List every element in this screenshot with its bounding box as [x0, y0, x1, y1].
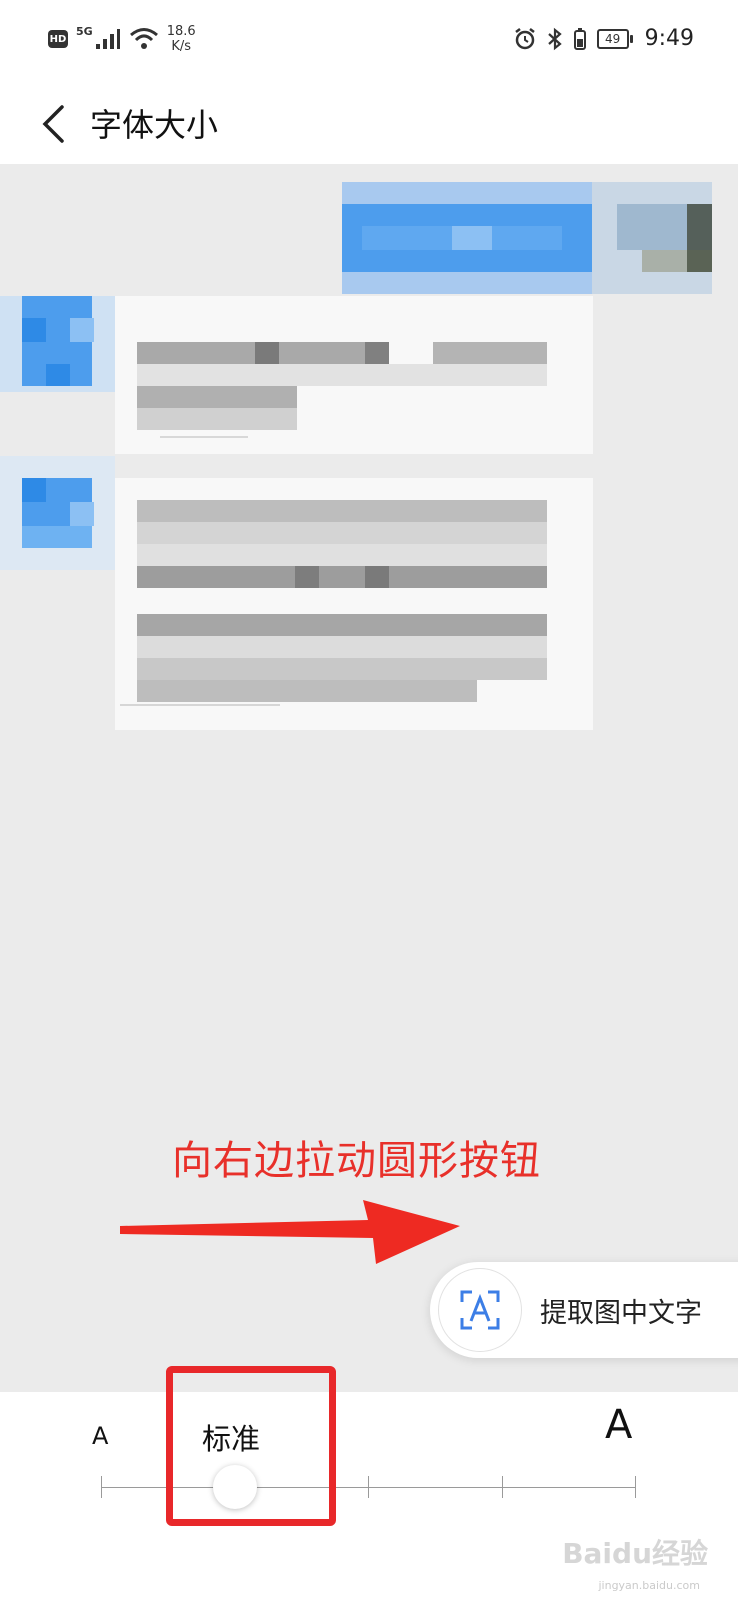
avatar-blurred	[0, 296, 115, 392]
large-font-label: A	[605, 1402, 633, 1448]
outgoing-bubble-blurred	[342, 182, 712, 294]
app-header: 字体大小	[0, 84, 738, 164]
status-right: 49 9:49	[513, 26, 694, 51]
slider-tick	[635, 1476, 636, 1498]
text-recognition-icon	[460, 1290, 500, 1330]
slider-tick	[368, 1476, 369, 1498]
slider-tick	[502, 1476, 503, 1498]
slider-tick	[101, 1476, 102, 1498]
status-time: 9:49	[644, 26, 694, 51]
battery-indicator: 49	[596, 28, 633, 49]
wifi-icon	[129, 28, 158, 49]
incoming-bubble-blurred	[115, 296, 593, 454]
page-title: 字体大小	[90, 106, 219, 144]
instruction-annotation: 向右边拉动圆形按钮	[172, 1138, 541, 1184]
network-speed-value: 18.6	[166, 24, 196, 39]
status-bar: HD 5G 18.6 K/s 49 9:49	[0, 0, 738, 84]
signal-icon	[95, 29, 120, 49]
incoming-bubble-2-pixels	[120, 500, 547, 706]
hd-badge: HD	[48, 30, 68, 48]
network-speed-unit: K/s	[171, 39, 191, 54]
highlight-box	[166, 1366, 336, 1526]
avatar-blurred	[0, 456, 115, 570]
network-speed: 18.6 K/s	[167, 24, 196, 54]
outgoing-bubble-pixels	[342, 182, 712, 294]
extract-icon-wrap	[438, 1268, 522, 1352]
network-type: 5G	[76, 24, 93, 38]
back-button[interactable]	[28, 94, 78, 154]
chat-preview: 向右边拉动圆形按钮 提取图中文字	[0, 164, 738, 1392]
alarm-icon	[514, 27, 535, 49]
chevron-left-icon	[42, 105, 64, 143]
right-arrow-icon	[120, 1200, 460, 1264]
extract-text-button[interactable]: 提取图中文字	[430, 1262, 738, 1358]
font-size-panel: A A 标准 Baidu经验 jingyan.baidu.com	[0, 1366, 738, 1600]
status-left: HD 5G 18.6 K/s	[48, 24, 196, 54]
small-font-label: A	[92, 1422, 109, 1450]
watermark-url: jingyan.baidu.com	[598, 1579, 700, 1592]
phone-battery-icon	[573, 27, 586, 50]
bluetooth-icon	[547, 27, 562, 50]
watermark-logo: Baidu经验	[562, 1537, 708, 1570]
incoming-bubble-1-pixels	[137, 342, 547, 438]
extract-text-label: 提取图中文字	[540, 1297, 702, 1329]
incoming-bubble-blurred	[115, 478, 593, 730]
